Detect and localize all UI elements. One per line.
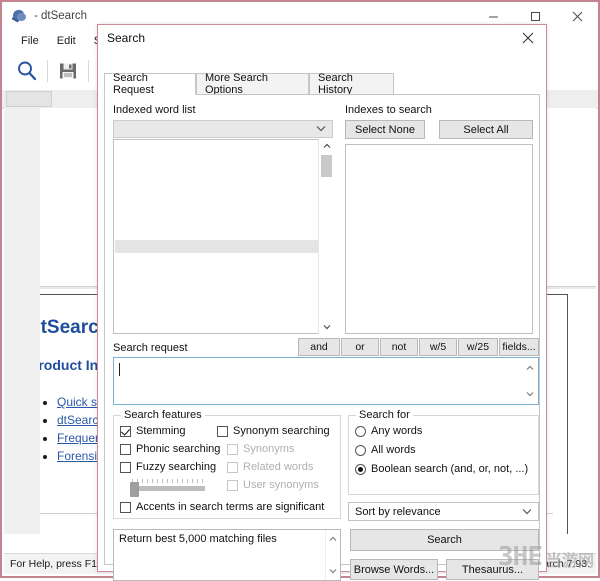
indexed-word-list-label: Indexed word list bbox=[113, 104, 196, 116]
checkbox-box bbox=[120, 443, 131, 455]
checkbox-label: Fuzzy searching bbox=[136, 461, 217, 473]
slider-track bbox=[130, 486, 205, 491]
dtsearch-logo-icon bbox=[11, 8, 28, 23]
checkbox-label: Synonym searching bbox=[233, 425, 330, 437]
tab-search-request[interactable]: Search Request bbox=[104, 72, 196, 96]
text-caret bbox=[119, 363, 120, 376]
word-list-vertical-scrollbar[interactable] bbox=[318, 139, 334, 334]
checkbox-box bbox=[217, 425, 228, 437]
sort-dropdown-value: Sort by relevance bbox=[355, 505, 441, 518]
search-options-list[interactable]: Return best 5,000 matching files bbox=[113, 529, 341, 581]
radio-any-words[interactable]: Any words bbox=[355, 425, 422, 437]
checkbox-user-synonyms: User synonyms bbox=[227, 479, 319, 491]
fields-button[interactable]: fields... bbox=[499, 338, 539, 356]
search-for-title: Search for bbox=[356, 409, 413, 421]
checkbox-box bbox=[120, 425, 131, 437]
checkbox-label: Accents in search terms are significant bbox=[136, 501, 325, 513]
checkbox-box bbox=[227, 461, 238, 473]
select-none-button[interactable]: Select None bbox=[345, 120, 425, 139]
search-button[interactable]: Search bbox=[350, 529, 539, 551]
search-toolbar-icon[interactable] bbox=[10, 55, 44, 87]
radio-label: All words bbox=[371, 444, 416, 456]
chevron-down-icon bbox=[522, 507, 532, 517]
tab-more-search-options[interactable]: More Search Options bbox=[196, 72, 309, 96]
select-all-button[interactable]: Select All bbox=[439, 120, 533, 139]
dialog-tabstrip: Search Request More Search Options Searc… bbox=[104, 72, 540, 96]
thesaurus-button[interactable]: Thesaurus... bbox=[446, 559, 539, 580]
toolbar-separator-2 bbox=[88, 60, 89, 82]
sort-dropdown[interactable]: Sort by relevance bbox=[348, 502, 539, 521]
checkbox-stemming[interactable]: Stemming bbox=[120, 425, 186, 437]
dialog-body: Search Request More Search Options Searc… bbox=[98, 51, 546, 581]
window-title: - dtSearch bbox=[34, 10, 88, 22]
navigation-pane bbox=[4, 108, 41, 534]
word-list-highlight-band bbox=[115, 240, 318, 253]
checkbox-related-words: Related words bbox=[227, 461, 313, 473]
scroll-thumb[interactable] bbox=[321, 155, 332, 177]
tab-search-history[interactable]: Search History bbox=[309, 72, 394, 96]
checkbox-synonym-searching[interactable]: Synonym searching bbox=[217, 425, 330, 437]
scroll-up-icon[interactable] bbox=[319, 139, 334, 153]
document-tab[interactable] bbox=[6, 91, 52, 107]
list-item[interactable]: Return best 5,000 matching files bbox=[114, 530, 340, 548]
chevron-down-icon bbox=[316, 124, 326, 134]
radio-circle bbox=[355, 425, 366, 437]
checkbox-label: Stemming bbox=[136, 425, 186, 437]
options-list-scrollbar[interactable] bbox=[325, 530, 340, 580]
save-toolbar-icon[interactable] bbox=[51, 55, 85, 87]
scroll-down-icon[interactable] bbox=[319, 320, 334, 334]
operator-w5-button[interactable]: w/5 bbox=[419, 338, 457, 356]
checkbox-box bbox=[120, 461, 131, 473]
slider-knob[interactable] bbox=[130, 482, 139, 497]
indexed-word-listbox[interactable] bbox=[113, 139, 333, 334]
fuzzy-level-slider[interactable] bbox=[130, 479, 205, 497]
close-icon[interactable] bbox=[556, 2, 598, 30]
operator-or-button[interactable]: or bbox=[341, 338, 379, 356]
search-dialog: Search Search Request More Search Option… bbox=[97, 24, 547, 581]
search-request-input[interactable] bbox=[113, 357, 539, 405]
search-features-title: Search features bbox=[121, 409, 205, 421]
operator-w25-button[interactable]: w/25 bbox=[458, 338, 498, 356]
checkbox-accents-significant[interactable]: Accents in search terms are significant bbox=[120, 501, 324, 513]
indexes-listbox[interactable] bbox=[345, 144, 533, 334]
checkbox-fuzzy-searching[interactable]: Fuzzy searching bbox=[120, 461, 216, 473]
checkbox-box bbox=[120, 501, 131, 513]
main-window: - dtSearch File Edit Search bbox=[0, 0, 600, 581]
menu-file[interactable]: File bbox=[12, 33, 48, 49]
radio-all-words[interactable]: All words bbox=[355, 444, 416, 456]
checkbox-label: Synonyms bbox=[243, 443, 295, 455]
checkbox-box bbox=[227, 479, 238, 491]
dialog-close-icon[interactable] bbox=[510, 25, 546, 51]
scroll-down-icon[interactable] bbox=[329, 565, 337, 577]
scroll-up-icon[interactable] bbox=[329, 533, 337, 545]
scroll-up-icon[interactable] bbox=[526, 362, 534, 374]
indexes-to-search-label: Indexes to search bbox=[345, 104, 432, 116]
radio-boolean-search[interactable]: Boolean search (and, or, not, ...) bbox=[355, 463, 528, 475]
dialog-titlebar: Search bbox=[98, 25, 546, 51]
search-request-label: Search request bbox=[113, 342, 188, 354]
checkbox-label: Phonic searching bbox=[136, 443, 221, 455]
checkbox-label: User synonyms bbox=[243, 479, 319, 491]
indexed-word-list-combo[interactable] bbox=[113, 120, 333, 138]
menu-edit[interactable]: Edit bbox=[48, 33, 85, 49]
dialog-title: Search bbox=[107, 31, 146, 45]
toolbar-separator bbox=[47, 60, 48, 82]
radio-label: Any words bbox=[371, 425, 423, 437]
status-help-text: For Help, press F1 bbox=[10, 558, 97, 570]
browse-words-button[interactable]: Browse Words... bbox=[350, 559, 438, 580]
checkbox-synonyms: Synonyms bbox=[227, 443, 294, 455]
radio-label: Boolean search (and, or, not, ...) bbox=[371, 463, 529, 475]
slider-ticks bbox=[132, 479, 205, 483]
operator-not-button[interactable]: not bbox=[380, 338, 418, 356]
checkbox-box bbox=[227, 443, 238, 455]
scroll-down-icon[interactable] bbox=[526, 388, 534, 400]
operator-and-button[interactable]: and bbox=[298, 338, 340, 356]
search-request-scrollbar[interactable] bbox=[523, 359, 537, 403]
checkbox-phonic-searching[interactable]: Phonic searching bbox=[120, 443, 220, 455]
radio-circle bbox=[355, 463, 366, 475]
radio-circle bbox=[355, 444, 366, 456]
search-request-panel: Indexed word list Indexes to search Sele… bbox=[104, 94, 540, 581]
checkbox-label: Related words bbox=[243, 461, 314, 473]
